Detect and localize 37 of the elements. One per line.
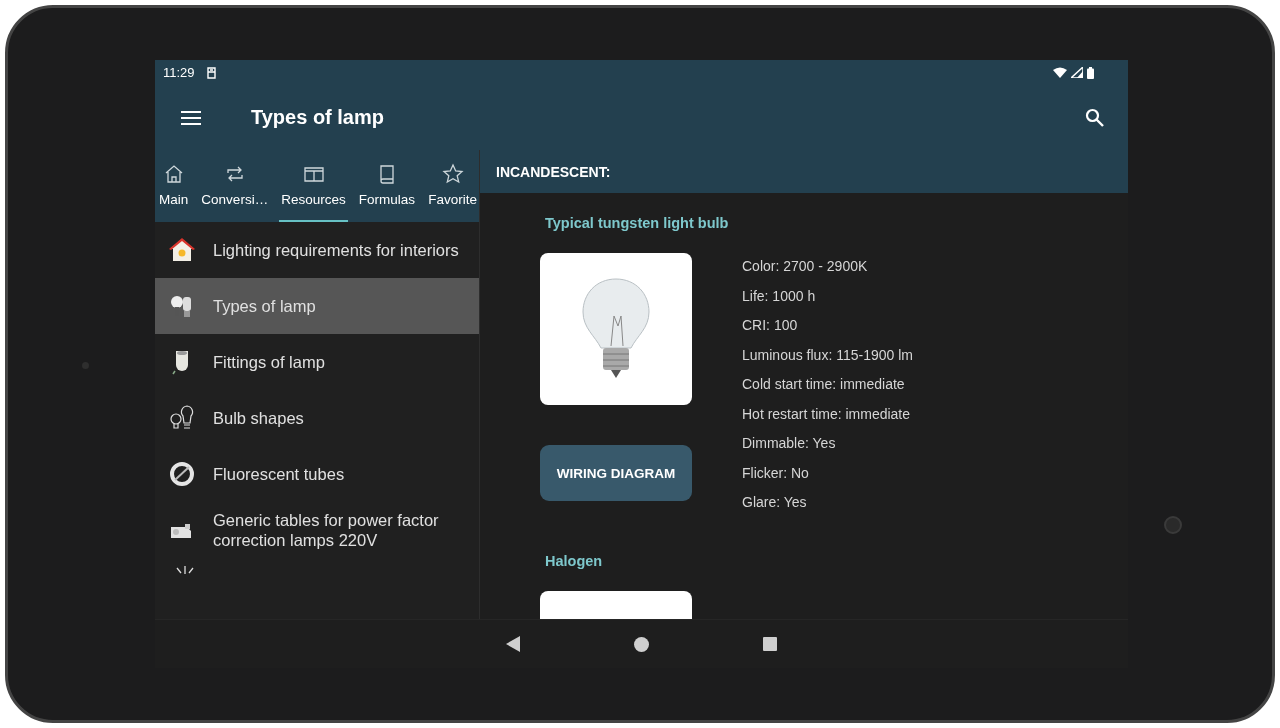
ring-tube-icon — [167, 459, 197, 489]
section-header: INCANDESCENT: — [480, 150, 1128, 193]
wifi-icon — [1053, 67, 1067, 78]
nav-tab[interactable]: Favorite — [426, 150, 479, 222]
home-icon[interactable] — [634, 636, 649, 652]
sim-icon — [206, 66, 216, 79]
menu-icon — [181, 110, 201, 125]
app-title: Types of lamp — [251, 106, 384, 129]
battery-icon — [1087, 66, 1094, 79]
spec-text: Cold start time: immediate — [742, 375, 906, 393]
back-icon[interactable] — [506, 636, 520, 652]
star-icon — [441, 163, 464, 185]
nav-tab[interactable]: Resources — [279, 150, 348, 222]
sidebar-item[interactable]: Lighting requirements for interiors — [155, 222, 479, 278]
wiring-diagram-button[interactable]: WIRING DIAGRAM — [540, 445, 692, 501]
spec-text: Hot restart time: immediate — [742, 404, 912, 423]
camera-dot — [1164, 516, 1182, 534]
spec-text: Luminous flux: 115-1900 lm — [742, 345, 913, 364]
nav-tab[interactable]: Conversi… — [199, 150, 271, 222]
spec-text: CRI: 100 — [742, 316, 799, 334]
lamp-title: Typical tungsten light bulb — [545, 215, 730, 231]
spec-text: Flicker: No — [742, 463, 810, 482]
search-icon — [1085, 108, 1104, 127]
spec-text: Life: 1000 h — [742, 286, 817, 305]
sidebar-item[interactable]: Fluorescent tubes — [155, 446, 479, 502]
spec-text: Dimmable: Yes — [742, 434, 837, 452]
spec-text: Glare: Yes — [742, 493, 808, 511]
nav-tab[interactable]: Formulas — [356, 150, 418, 222]
status-time: 11:29 — [163, 65, 195, 80]
sidebar-item[interactable]: Fittings of lamp — [155, 334, 479, 390]
lamp-title: Halogen — [545, 553, 604, 569]
sidebar-item[interactable]: Types of lamp — [155, 278, 479, 334]
sidebar-item[interactable]: Generic tables for power factor correction lamps 220V — [155, 502, 479, 558]
signal-icon — [1071, 67, 1083, 78]
spec-text: Color: 2700 - 2900K — [742, 257, 869, 275]
sidebar-item[interactable]: Bulb shapes — [155, 390, 479, 446]
nav-tab[interactable]: Main — [157, 150, 191, 222]
